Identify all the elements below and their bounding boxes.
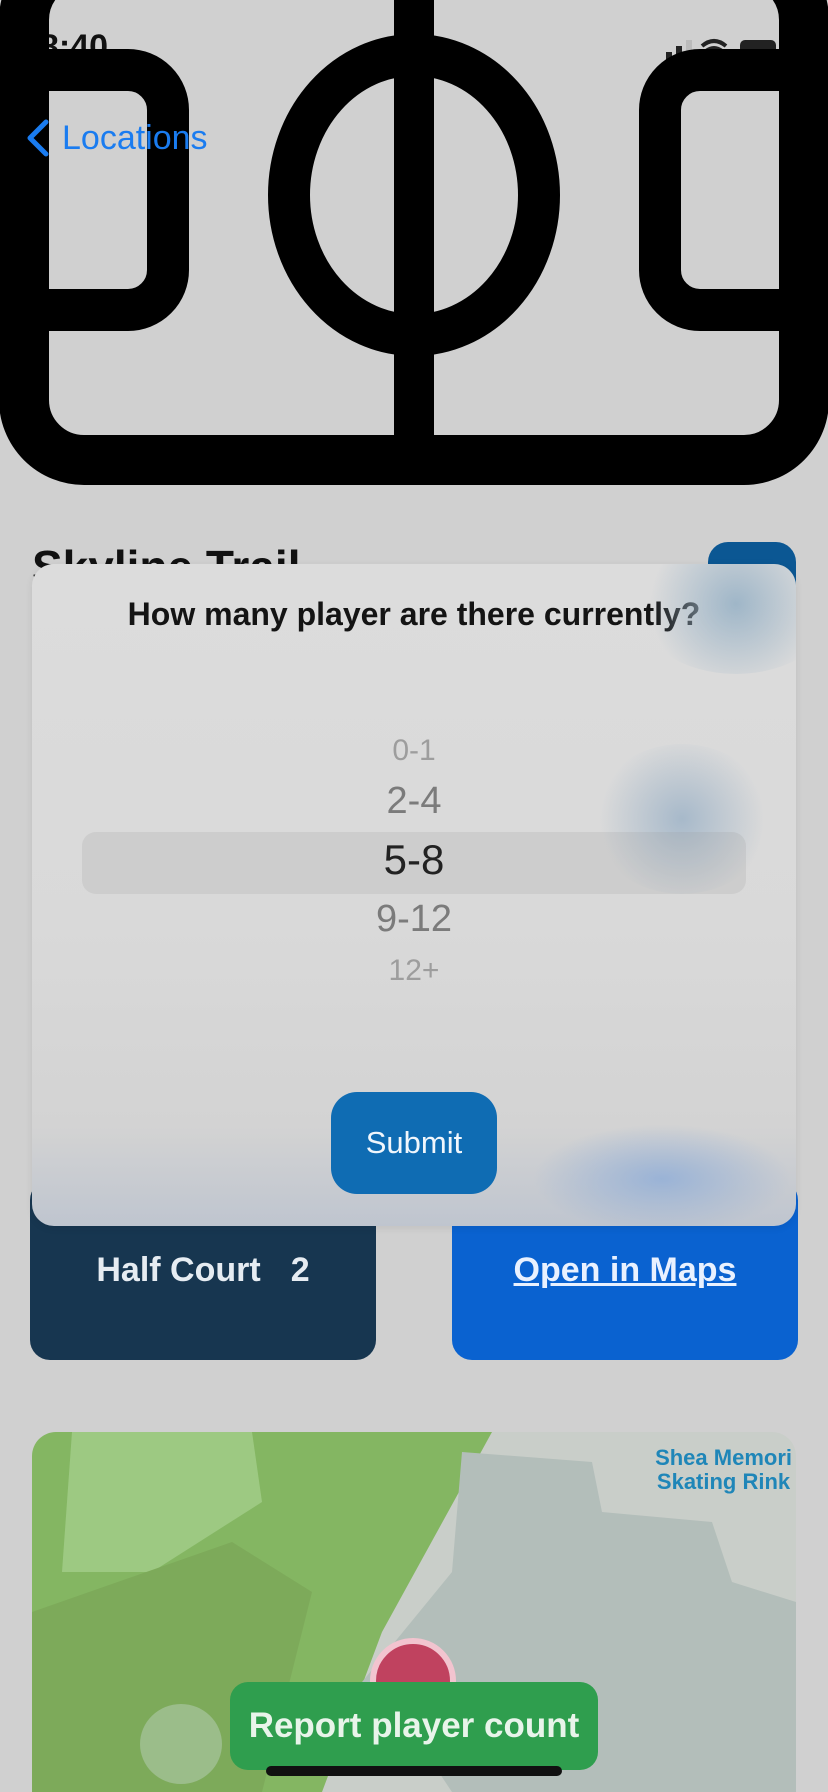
modal-question: How many player are there currently? (127, 596, 701, 632)
picker-option[interactable]: 2-4 (32, 780, 796, 823)
court-count: 2 (290, 1250, 310, 1289)
court-icon (0, 0, 828, 485)
picker-option[interactable]: 9-12 (32, 898, 796, 941)
home-indicator (266, 1766, 562, 1776)
picker-option-selected[interactable]: 5-8 (32, 836, 796, 884)
back-label: Locations (62, 118, 208, 157)
player-count-modal: How many player are there currently? 0-1… (32, 564, 796, 1226)
chevron-left-icon (27, 119, 49, 157)
picker-option[interactable]: 12+ (32, 954, 796, 988)
map-poi-label: Shea Memori Skating Rink (655, 1445, 792, 1494)
submit-button[interactable]: Submit (331, 1092, 497, 1194)
picker-option[interactable]: 0-1 (32, 734, 796, 768)
court-type-label: Half Court (96, 1250, 261, 1289)
tree-icon (140, 1704, 222, 1784)
back-button[interactable]: Locations (24, 118, 208, 158)
report-player-count-button[interactable]: Report player count (230, 1682, 598, 1770)
